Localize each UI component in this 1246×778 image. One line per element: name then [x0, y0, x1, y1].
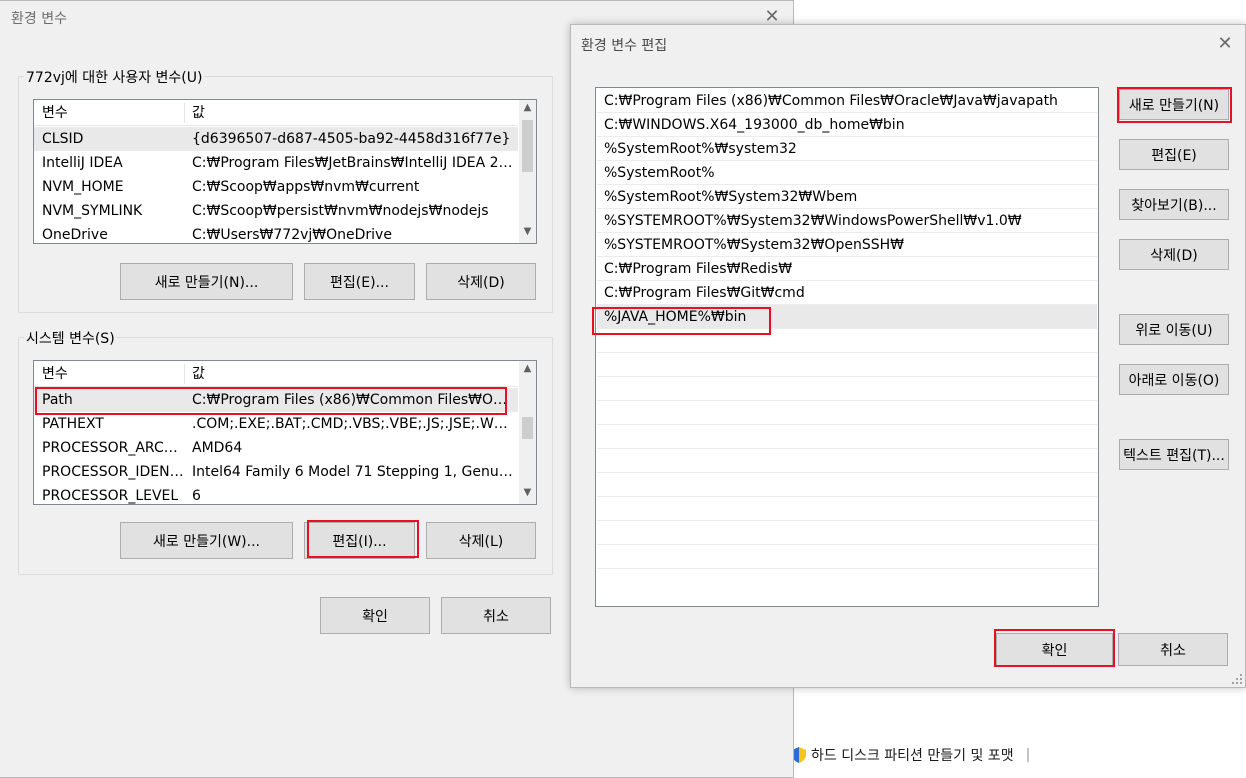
move-down-button[interactable]: 아래로 이동(O) [1119, 364, 1229, 395]
empty-row [597, 473, 1097, 497]
cancel-button[interactable]: 취소 [441, 597, 551, 634]
scroll-down-icon[interactable]: ▼ [519, 226, 536, 237]
edit-cancel-button[interactable]: 취소 [1118, 633, 1228, 666]
column-divider [184, 364, 185, 384]
empty-row [597, 497, 1097, 521]
scroll-up-icon[interactable]: ▲ [519, 102, 536, 113]
edit-environment-variable-dialog: 환경 변수 편집 ✕ C:₩Program Files (x86)₩Common… [570, 24, 1246, 688]
table-row[interactable]: CLSID {d6396507-d687-4505-ba92-4458d316f… [34, 127, 518, 151]
table-row[interactable]: PROCESSOR_LEVEL 6 [34, 484, 518, 504]
variable-name: PATHEXT [42, 416, 104, 432]
system-edit-button[interactable]: 편집(I)... [304, 522, 415, 559]
path-entries-list[interactable]: C:₩Program Files (x86)₩Common Files₩Orac… [595, 87, 1099, 607]
table-row[interactable]: PROCESSOR_ARCH... AMD64 [34, 436, 518, 460]
table-row[interactable]: IntelliJ IDEA C:₩Program Files₩JetBrains… [34, 151, 518, 175]
column-header-value[interactable]: 값 [192, 361, 512, 386]
variable-value: Intel64 Family 6 Model 71 Stepping 1, Ge… [192, 464, 514, 480]
empty-row [597, 353, 1097, 377]
ok-button[interactable]: 확인 [320, 597, 430, 634]
variable-value: C:₩Program Files (x86)₩Common Files₩Orac… [192, 392, 508, 408]
user-variables-label: 772vj에 대한 사용자 변수(U) [24, 67, 205, 87]
shield-icon [792, 747, 806, 763]
table-row[interactable]: NVM_SYMLINK C:₩Scoop₩persist₩nvm₩nodejs₩… [34, 199, 518, 223]
column-header-value[interactable]: 값 [192, 100, 512, 125]
disk-partition-link-text: 하드 디스크 파티션 만들기 및 포맷 [811, 748, 1014, 764]
variable-value: AMD64 [192, 440, 243, 456]
empty-row [597, 377, 1097, 401]
table-row[interactable]: OneDrive C:₩Users₩772vj₩OneDrive [34, 223, 518, 243]
dialog-title: 환경 변수 [11, 11, 67, 27]
variable-name: NVM_SYMLINK [42, 203, 143, 219]
list-item[interactable]: %SystemRoot% [597, 161, 1097, 185]
variable-name: PROCESSOR_IDENT... [42, 464, 184, 480]
system-new-button[interactable]: 새로 만들기(W)... [120, 522, 293, 559]
user-new-button[interactable]: 새로 만들기(N)... [120, 263, 293, 300]
delete-entry-button[interactable]: 삭제(D) [1119, 239, 1229, 270]
list-item[interactable]: C:₩WINDOWS.X64_193000_db_home₩bin [597, 113, 1097, 137]
empty-row [597, 401, 1097, 425]
empty-row [597, 521, 1097, 545]
empty-row [597, 425, 1097, 449]
variable-name: Path [42, 392, 73, 408]
table-row[interactable]: NVM_HOME C:₩Scoop₩apps₩nvm₩current [34, 175, 518, 199]
system-variables-label: 시스템 변수(S) [24, 328, 117, 348]
vertical-scrollbar[interactable]: ▲ ▼ [519, 100, 536, 243]
list-item[interactable]: C:₩Program Files₩Redis₩ [597, 257, 1097, 281]
scroll-up-icon[interactable]: ▲ [519, 363, 536, 374]
empty-row [597, 545, 1097, 569]
column-header-name[interactable]: 변수 [42, 100, 182, 125]
system-delete-button[interactable]: 삭제(L) [426, 522, 536, 559]
edit-ok-button[interactable]: 확인 [996, 633, 1113, 666]
scroll-down-icon[interactable]: ▼ [519, 487, 536, 498]
list-header: 변수 값 [34, 100, 518, 126]
variable-name: NVM_HOME [42, 179, 124, 195]
scroll-thumb[interactable] [522, 417, 533, 439]
variable-name: CLSID [42, 131, 84, 147]
variable-value: C:₩Scoop₩apps₩nvm₩current [192, 179, 420, 195]
edit-entry-button[interactable]: 편집(E) [1119, 139, 1229, 170]
column-header-name[interactable]: 변수 [42, 361, 182, 386]
close-icon[interactable]: ✕ [1215, 35, 1235, 53]
table-row[interactable]: Path C:₩Program Files (x86)₩Common Files… [34, 388, 518, 412]
user-delete-button[interactable]: 삭제(D) [426, 263, 536, 300]
variable-value: 6 [192, 488, 201, 504]
variable-name: PROCESSOR_ARCH... [42, 440, 184, 456]
table-row[interactable]: PATHEXT .COM;.EXE;.BAT;.CMD;.VBS;.VBE;.J… [34, 412, 518, 436]
variable-value: {d6396507-d687-4505-ba92-4458d316f77e} [192, 131, 511, 147]
variable-name: IntelliJ IDEA [42, 155, 123, 171]
variable-name: OneDrive [42, 227, 108, 243]
list-item[interactable]: %SystemRoot%₩System32₩Wbem [597, 185, 1097, 209]
user-edit-button[interactable]: 편집(E)... [304, 263, 415, 300]
empty-row [597, 329, 1097, 353]
variable-value: C:₩Scoop₩persist₩nvm₩nodejs₩nodejs [192, 203, 489, 219]
empty-row [597, 449, 1097, 473]
background-link-disk[interactable]: 하드 디스크 파티션 만들기 및 포맷 | [792, 744, 1030, 766]
list-item[interactable]: C:₩Program Files (x86)₩Common Files₩Orac… [597, 89, 1097, 113]
list-item[interactable]: %SYSTEMROOT%₩System32₩WindowsPowerShell₩… [597, 209, 1097, 233]
variable-value: .COM;.EXE;.BAT;.CMD;.VBS;.VBE;.JS;.JSE;.… [192, 416, 514, 432]
edit-text-button[interactable]: 텍스트 편집(T)... [1119, 439, 1229, 470]
resize-grip-icon[interactable] [1231, 673, 1243, 685]
move-up-button[interactable]: 위로 이동(U) [1119, 314, 1229, 345]
variable-value: C:₩Program Files₩JetBrains₩IntelliJ IDEA… [192, 155, 514, 171]
list-item[interactable]: C:₩Program Files₩Git₩cmd [597, 281, 1097, 305]
new-entry-button[interactable]: 새로 만들기(N) [1119, 89, 1229, 120]
list-item-selected[interactable]: %JAVA_HOME%₩bin [597, 305, 1097, 329]
scroll-thumb[interactable] [522, 120, 533, 172]
list-item[interactable]: %SystemRoot%₩system32 [597, 137, 1097, 161]
variable-name: PROCESSOR_LEVEL [42, 488, 179, 504]
table-row[interactable]: PROCESSOR_IDENT... Intel64 Family 6 Mode… [34, 460, 518, 484]
user-variables-list[interactable]: 변수 값 CLSID {d6396507-d687-4505-ba92-4458… [33, 99, 537, 244]
list-item[interactable]: %SYSTEMROOT%₩System32₩OpenSSH₩ [597, 233, 1097, 257]
variable-value: C:₩Users₩772vj₩OneDrive [192, 227, 392, 243]
vertical-scrollbar[interactable]: ▲ ▼ [519, 361, 536, 504]
edit-dialog-title: 환경 변수 편집 [581, 38, 668, 54]
link-separator: | [1025, 747, 1031, 763]
system-variables-list[interactable]: 변수 값 Path C:₩Program Files (x86)₩Common … [33, 360, 537, 505]
column-divider [184, 103, 185, 123]
list-header: 변수 값 [34, 361, 518, 387]
browse-button[interactable]: 찾아보기(B)... [1119, 189, 1229, 220]
